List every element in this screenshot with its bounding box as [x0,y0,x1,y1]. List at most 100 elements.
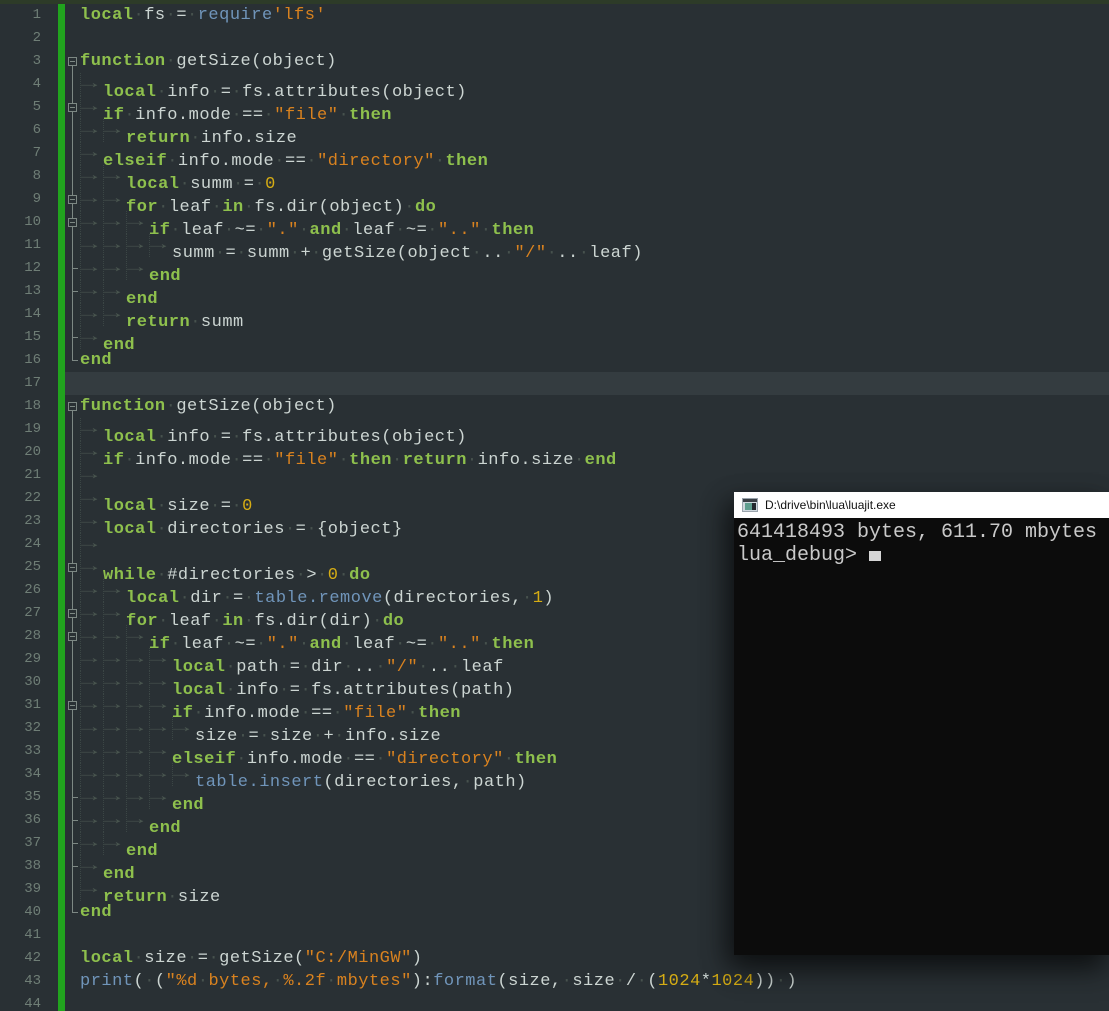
line-number[interactable]: 13 [0,280,57,303]
console-titlebar[interactable]: D:\drive\bin\lua\luajit.exe [734,492,1109,518]
fold-toggle[interactable] [65,211,80,234]
console-output[interactable]: 641418493 bytes, 611.70 mbytes lua_debug> [734,518,1109,955]
code-text[interactable]: → → → → summ·=·summ·+·getSize(object·..·"/"·… [80,234,1109,263]
line-number[interactable]: 42 [0,947,57,970]
line-number[interactable]: 31 [0,694,57,717]
line-number[interactable]: 18 [0,395,57,418]
line-number[interactable]: 33 [0,740,57,763]
code-line[interactable]: 9 → → for·leaf·in·fs.dir(object)·do [0,188,1109,217]
code-text[interactable]: function·getSize(object) [80,395,1109,418]
code-line[interactable]: 14 → → return·summ [0,303,1109,332]
line-number[interactable]: 23 [0,510,57,533]
line-number[interactable]: 41 [0,924,57,947]
line-number[interactable]: 2 [0,27,57,50]
console-window[interactable]: D:\drive\bin\lua\luajit.exe 641418493 by… [734,492,1109,955]
line-number[interactable]: 22 [0,487,57,510]
code-text[interactable] [80,27,1109,50]
code-line[interactable]: 19 → local·info·=·fs.attributes(object) [0,418,1109,447]
line-number[interactable]: 14 [0,303,57,326]
code-line[interactable]: 1 local·fs·=·require'lfs' [0,4,1109,27]
line-number[interactable]: 21 [0,464,57,487]
code-line[interactable]: 10 → → → if·leaf·~=·"."·and·leaf·~=·".."·the… [0,211,1109,240]
line-number[interactable]: 44 [0,993,57,1011]
line-number[interactable]: 29 [0,648,57,671]
fold-toggle[interactable] [65,395,80,418]
code-text[interactable]: local·fs·=·require'lfs' [80,4,1109,27]
line-number[interactable]: 15 [0,326,57,349]
code-text[interactable]: → local·info·=·fs.attributes(object) [80,73,1109,102]
code-text[interactable] [80,993,1109,1011]
line-number[interactable]: 35 [0,786,57,809]
line-number[interactable]: 16 [0,349,57,372]
line-number[interactable]: 20 [0,441,57,464]
line-number[interactable]: 4 [0,73,57,96]
code-text[interactable] [80,372,1109,395]
fold-toggle[interactable] [65,96,80,119]
line-number[interactable]: 12 [0,257,57,280]
code-text[interactable]: print(·("%d·bytes,·%.2f·mbytes"):format(… [80,970,1109,993]
code-line[interactable]: 7 → elseif·info.mode·==·"directory"·then [0,142,1109,171]
code-line[interactable]: 43 print(·("%d·bytes,·%.2f·mbytes"):forma… [0,970,1109,993]
code-line[interactable]: 18 function·getSize(object) [0,395,1109,418]
code-text[interactable]: → elseif·info.mode·==·"directory"·then [80,142,1109,171]
line-number[interactable]: 5 [0,96,57,119]
line-number[interactable]: 27 [0,602,57,625]
code-line[interactable]: 15 → end [0,326,1109,355]
code-line[interactable]: 20 → if·info.mode·==·"file"·then·return·in… [0,441,1109,470]
code-text[interactable]: → [80,464,1109,487]
fold-toggle[interactable] [65,625,80,648]
code-line[interactable]: 13 → → end [0,280,1109,309]
line-number[interactable]: 39 [0,878,57,901]
code-line[interactable]: 6 → → return·info.size [0,119,1109,148]
code-text[interactable]: → end [80,326,1109,355]
line-number[interactable]: 32 [0,717,57,740]
line-number[interactable]: 17 [0,372,57,395]
line-number[interactable]: 38 [0,855,57,878]
code-text[interactable]: end [80,349,1109,372]
code-line[interactable]: 8 → → local·summ·=·0 [0,165,1109,194]
fold-toggle[interactable] [65,188,80,211]
code-line[interactable]: 4 → local·info·=·fs.attributes(object) [0,73,1109,102]
line-number[interactable]: 28 [0,625,57,648]
line-number[interactable]: 40 [0,901,57,924]
code-line[interactable]: 12 → → → end [0,257,1109,286]
code-text[interactable]: → → return·info.size [80,119,1109,148]
code-text[interactable]: → → for·leaf·in·fs.dir(object)·do [80,188,1109,217]
line-number[interactable]: 19 [0,418,57,441]
fold-toggle[interactable] [65,602,80,625]
code-line[interactable]: 5 → if·info.mode·==·"file"·then [0,96,1109,125]
code-text[interactable]: → → end [80,280,1109,309]
fold-toggle[interactable] [65,50,80,73]
line-number[interactable]: 36 [0,809,57,832]
fold-toggle[interactable] [65,556,80,579]
line-number[interactable]: 6 [0,119,57,142]
line-number[interactable]: 43 [0,970,57,993]
code-text[interactable]: function·getSize(object) [80,50,1109,73]
code-line[interactable]: 21 → [0,464,1109,487]
fold-toggle[interactable] [65,694,80,717]
code-text[interactable]: → → return·summ [80,303,1109,332]
code-line[interactable]: 11 → → → → summ·=·summ·+·getSize(object·..·"/… [0,234,1109,263]
line-number[interactable]: 24 [0,533,57,556]
code-text[interactable]: → → → end [80,257,1109,286]
line-number[interactable]: 9 [0,188,57,211]
line-number[interactable]: 26 [0,579,57,602]
line-number[interactable]: 10 [0,211,57,234]
code-line[interactable]: 16 end [0,349,1109,372]
code-line[interactable]: 17 [0,372,1109,395]
line-number[interactable]: 37 [0,832,57,855]
code-text[interactable]: → if·info.mode·==·"file"·then [80,96,1109,125]
code-line[interactable]: 44 [0,993,1109,1011]
line-number[interactable]: 11 [0,234,57,257]
line-number[interactable]: 1 [0,4,57,27]
line-number[interactable]: 8 [0,165,57,188]
code-line[interactable]: 3 function·getSize(object) [0,50,1109,73]
code-text[interactable]: → → → if·leaf·~=·"."·and·leaf·~=·".."·then [80,211,1109,240]
line-number[interactable]: 30 [0,671,57,694]
code-line[interactable]: 2 [0,27,1109,50]
line-number[interactable]: 7 [0,142,57,165]
line-number[interactable]: 25 [0,556,57,579]
line-number[interactable]: 3 [0,50,57,73]
code-text[interactable]: → local·info·=·fs.attributes(object) [80,418,1109,447]
code-text[interactable]: → → local·summ·=·0 [80,165,1109,194]
